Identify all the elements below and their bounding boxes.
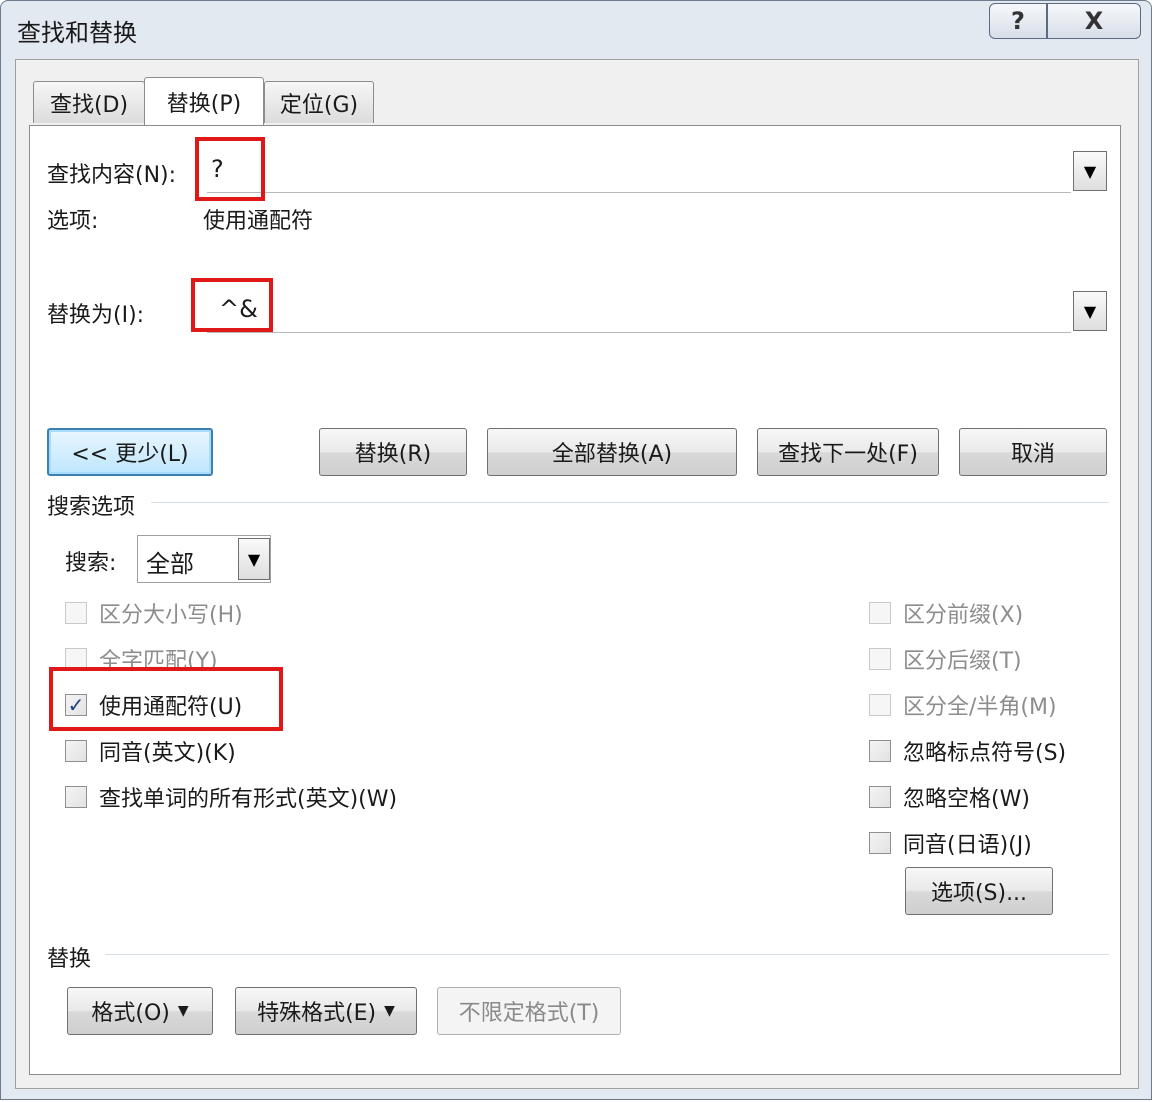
checkbox-box[interactable] [869, 648, 891, 670]
checkbox-box[interactable] [65, 786, 87, 808]
chevron-down-icon: ▼ [1083, 161, 1097, 181]
search-options-divider [151, 502, 1109, 503]
checkbox-match-prefix[interactable]: 区分前缀(X) [869, 597, 1023, 629]
checkbox-sounds-like-japanese[interactable]: 同音(日语)(J) [869, 827, 1032, 859]
find-next-button[interactable]: 查找下一处(F) [757, 428, 939, 476]
checkbox-label: 忽略空格(W) [903, 787, 1030, 812]
replace-history-dropdown[interactable]: ▼ [1073, 291, 1107, 331]
replace-section-divider [105, 954, 1109, 955]
find-highlight-box [195, 137, 265, 201]
wildcards-highlight-box [49, 667, 283, 731]
find-input[interactable]: ? [207, 149, 1071, 193]
replace-input[interactable]: ^& [207, 289, 1071, 333]
find-label: 查找内容(N): [47, 163, 177, 188]
checkbox-sounds-like-english[interactable]: 同音(英文)(K) [65, 735, 236, 767]
checkbox-box[interactable] [65, 740, 87, 762]
checkbox-label: 查找单词的所有形式(英文)(W) [99, 787, 398, 812]
checkbox-ignore-punctuation[interactable]: 忽略标点符号(S) [869, 735, 1066, 767]
checkbox-label: 区分全/半角(M) [903, 695, 1057, 720]
chevron-down-icon: ▼ [1083, 301, 1097, 321]
dropdown-arrow-icon: ▼ [384, 1003, 395, 1019]
checkbox-ignore-spaces[interactable]: 忽略空格(W) [869, 781, 1030, 813]
search-direction-value: 全部 [146, 550, 194, 578]
find-history-dropdown[interactable]: ▼ [1073, 151, 1107, 191]
replace-section-title: 替换 [47, 947, 92, 972]
cancel-button[interactable]: 取消 [959, 428, 1107, 476]
checkbox-label: 忽略标点符号(S) [903, 741, 1067, 766]
checkbox-box[interactable] [869, 832, 891, 854]
checkbox-box[interactable] [65, 602, 87, 624]
checkbox-match-case[interactable]: 区分大小写(H) [65, 597, 243, 629]
tab-find[interactable]: 查找(D) [33, 81, 145, 123]
format-button-label: 格式(O) [91, 1001, 170, 1026]
checkbox-label: 区分后缀(T) [903, 649, 1022, 674]
help-button[interactable]: ? [989, 3, 1047, 39]
options-value: 使用通配符 [203, 209, 314, 234]
checkbox-box[interactable] [869, 602, 891, 624]
checkbox-label: 同音(英文)(K) [99, 741, 236, 766]
checkbox-label: 区分大小写(H) [99, 603, 243, 628]
replace-highlight-box [191, 278, 273, 332]
checkbox-box[interactable] [869, 740, 891, 762]
dialog-title: 查找和替换 [17, 19, 137, 47]
dropdown-arrow-icon: ▼ [177, 1003, 189, 1019]
less-button[interactable]: << 更少(L) [47, 428, 213, 476]
checkbox-box[interactable] [869, 694, 891, 716]
checkbox-match-suffix[interactable]: 区分后缀(T) [869, 643, 1022, 675]
checkbox-label: 区分前缀(X) [903, 603, 1024, 628]
search-direction-dropdown[interactable]: ▼ [238, 538, 270, 580]
tab-replace[interactable]: 替换(P) [144, 77, 264, 125]
close-button[interactable]: X [1047, 3, 1141, 39]
options-label: 选项: [47, 209, 99, 234]
replace-label: 替换为(I): [47, 303, 145, 328]
find-replace-dialog: 查找和替换 ? X 查找(D) 替换(P) 定位(G) 查找内容(N): ? ▼… [0, 0, 1152, 1100]
format-button[interactable]: 格式(O) ▼ [67, 987, 213, 1035]
chevron-down-icon: ▼ [247, 549, 261, 569]
special-format-button[interactable]: 特殊格式(E) ▼ [235, 987, 417, 1035]
search-options-title: 搜索选项 [47, 495, 136, 520]
checkbox-full-half-width[interactable]: 区分全/半角(M) [869, 689, 1057, 721]
checkbox-all-word-forms[interactable]: 查找单词的所有形式(英文)(W) [65, 781, 397, 813]
checkbox-box[interactable] [869, 786, 891, 808]
no-formatting-button[interactable]: 不限定格式(T) [437, 987, 621, 1035]
tab-goto[interactable]: 定位(G) [264, 81, 374, 123]
search-direction-select[interactable]: 全部 ▼ [137, 535, 271, 583]
japanese-options-button[interactable]: 选项(S)... [905, 867, 1053, 915]
replace-button[interactable]: 替换(R) [319, 428, 467, 476]
search-direction-label: 搜索: [65, 551, 117, 576]
checkbox-label: 同音(日语)(J) [903, 833, 1032, 858]
replace-all-button[interactable]: 全部替换(A) [487, 428, 737, 476]
special-format-button-label: 特殊格式(E) [257, 1001, 377, 1026]
